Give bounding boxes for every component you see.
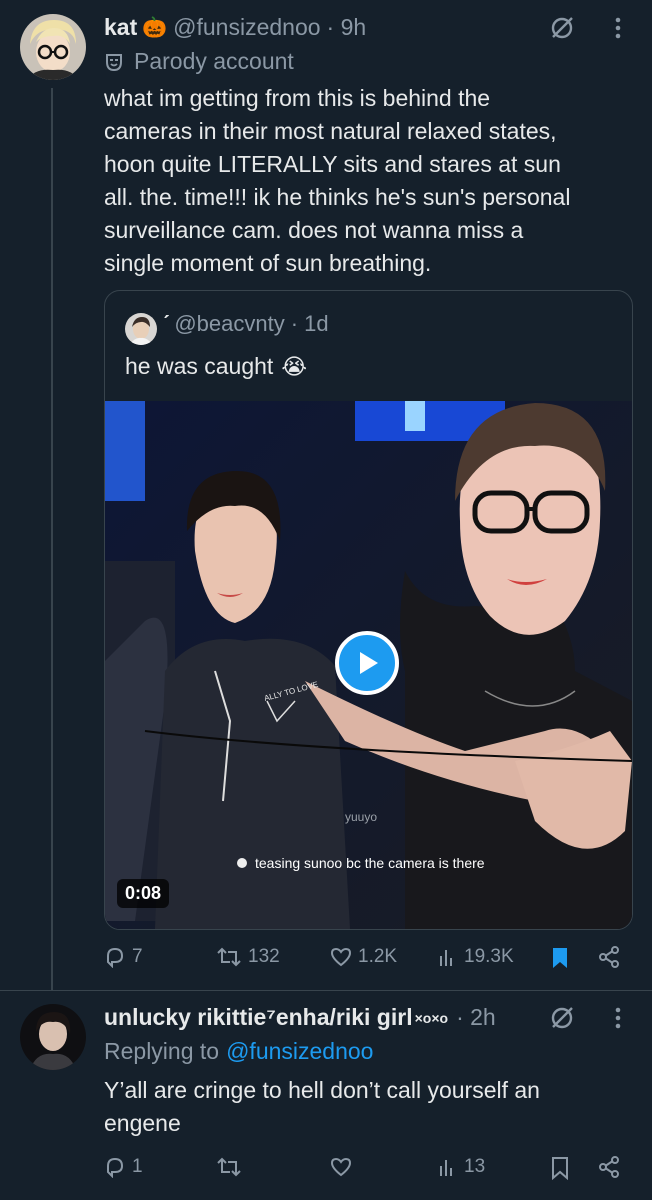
quote-text-content: he was caught bbox=[125, 353, 274, 379]
tweet-text-line: all. the. time!!! ik he thinks he's sun'… bbox=[104, 184, 571, 210]
quote-timestamp[interactable]: · 1d bbox=[291, 311, 329, 337]
action-bar: 1 13 bbox=[0, 1154, 652, 1186]
avatar[interactable] bbox=[20, 14, 86, 80]
video-watermark: yuuyo bbox=[345, 810, 377, 824]
views-icon bbox=[440, 1160, 452, 1176]
tweet-text-line: what im getting from this is behind the bbox=[104, 85, 491, 111]
action-bar: 7 132 1.2K 19.3K bbox=[0, 944, 652, 976]
share-icon bbox=[599, 1156, 619, 1178]
reply-button[interactable]: 1 bbox=[104, 1156, 143, 1178]
repost-button[interactable] bbox=[216, 1156, 248, 1178]
video-caption: teasing sunoo bc the camera is there bbox=[255, 855, 485, 871]
quote-display-name[interactable]: ˊ bbox=[163, 311, 170, 337]
tweet-text-line: single moment of sun breathing. bbox=[104, 250, 432, 276]
handle[interactable]: @funsizednoo bbox=[173, 14, 320, 41]
video-player[interactable]: yuuyo teasing sunoo bc the camera is the… bbox=[105, 401, 632, 929]
video-duration: 0:08 bbox=[117, 879, 170, 908]
like-button[interactable]: 1.2K bbox=[330, 946, 397, 968]
more-vertical-icon[interactable] bbox=[606, 14, 630, 42]
author-line: kat 🎃 @funsizednoo · 9h bbox=[104, 14, 366, 41]
tweet-text: what im getting from this is behind the … bbox=[104, 82, 570, 280]
tweet-text-line: cameras in their most natural relaxed st… bbox=[104, 118, 557, 144]
display-name-suffix: ×o×o bbox=[414, 1009, 449, 1026]
like-icon bbox=[330, 1157, 352, 1177]
tweet-reply: unlucky rikittie⁷enha/riki girl ×o×o · 2… bbox=[0, 990, 652, 1200]
grok-slash-icon[interactable] bbox=[548, 14, 576, 42]
parody-mask-icon bbox=[104, 52, 124, 72]
views-icon bbox=[440, 950, 452, 966]
reply-icon bbox=[107, 947, 124, 968]
grok-slash-icon[interactable] bbox=[548, 1004, 576, 1032]
timestamp[interactable]: · 9h bbox=[327, 14, 367, 41]
share-button[interactable] bbox=[598, 946, 620, 968]
parody-label: Parody account bbox=[104, 48, 294, 75]
reply-count: 1 bbox=[132, 1156, 143, 1177]
repost-button[interactable]: 132 bbox=[216, 946, 280, 968]
share-button[interactable] bbox=[598, 1156, 620, 1178]
pumpkin-emoji: 🎃 bbox=[142, 17, 168, 39]
play-icon bbox=[360, 652, 378, 674]
quote-handle[interactable]: @beacvnty bbox=[174, 311, 284, 337]
views-count: 19.3K bbox=[464, 946, 514, 967]
views-button[interactable]: 13 bbox=[438, 1156, 485, 1178]
quote-avatar[interactable] bbox=[125, 313, 157, 345]
share-icon bbox=[599, 946, 619, 968]
views-button[interactable]: 19.3K bbox=[438, 946, 514, 968]
tweet-text-line: engene bbox=[104, 1110, 181, 1136]
tweet-text-line: surveillance cam. does not wanna miss a bbox=[104, 217, 524, 243]
display-name[interactable]: kat bbox=[104, 14, 137, 41]
like-count: 1.2K bbox=[358, 946, 398, 967]
tweet-text-line: Y’all are cringe to hell don’t call your… bbox=[104, 1077, 540, 1103]
views-count: 13 bbox=[464, 1156, 486, 1177]
timestamp[interactable]: · 2h bbox=[456, 1004, 496, 1031]
reply-count: 7 bbox=[132, 946, 143, 967]
like-button[interactable] bbox=[330, 1156, 358, 1178]
crying-emoji: 😭 bbox=[281, 353, 308, 379]
author-line: unlucky rikittie⁷enha/riki girl ×o×o · 2… bbox=[104, 1004, 496, 1031]
repost-icon bbox=[217, 1157, 241, 1177]
reply-icon bbox=[107, 1157, 124, 1178]
tweet-main: kat 🎃 @funsizednoo · 9h Parody account w… bbox=[0, 0, 652, 990]
quote-text: he was caught 😭 bbox=[125, 353, 307, 380]
replying-to-line: Replying to @funsizednoo bbox=[104, 1038, 373, 1065]
bookmark-button[interactable] bbox=[550, 946, 570, 970]
tweet-text: Y’all are cringe to hell don’t call your… bbox=[104, 1074, 540, 1140]
repost-icon bbox=[217, 947, 241, 967]
bookmark-icon bbox=[552, 1157, 568, 1180]
replying-to-handle[interactable]: @funsizednoo bbox=[226, 1038, 373, 1065]
quoted-tweet[interactable]: ˊ @beacvnty · 1d he was caught 😭 yuuyo t… bbox=[104, 290, 633, 930]
replying-prefix: Replying to bbox=[104, 1038, 220, 1064]
bookmark-button[interactable] bbox=[550, 1156, 570, 1180]
reply-button[interactable]: 7 bbox=[104, 946, 143, 968]
more-vertical-icon[interactable] bbox=[606, 1004, 630, 1032]
like-icon bbox=[330, 947, 352, 967]
parody-text: Parody account bbox=[134, 48, 294, 74]
tweet-text-line: hoon quite LITERALLY sits and stares at … bbox=[104, 151, 561, 177]
quote-author-line: ˊ @beacvnty · 1d bbox=[163, 311, 329, 337]
bookmark-icon bbox=[553, 948, 567, 968]
play-button[interactable] bbox=[335, 631, 399, 695]
avatar[interactable] bbox=[20, 1004, 86, 1070]
display-name[interactable]: unlucky rikittie⁷enha/riki girl bbox=[104, 1004, 413, 1031]
repost-count: 132 bbox=[248, 946, 280, 967]
